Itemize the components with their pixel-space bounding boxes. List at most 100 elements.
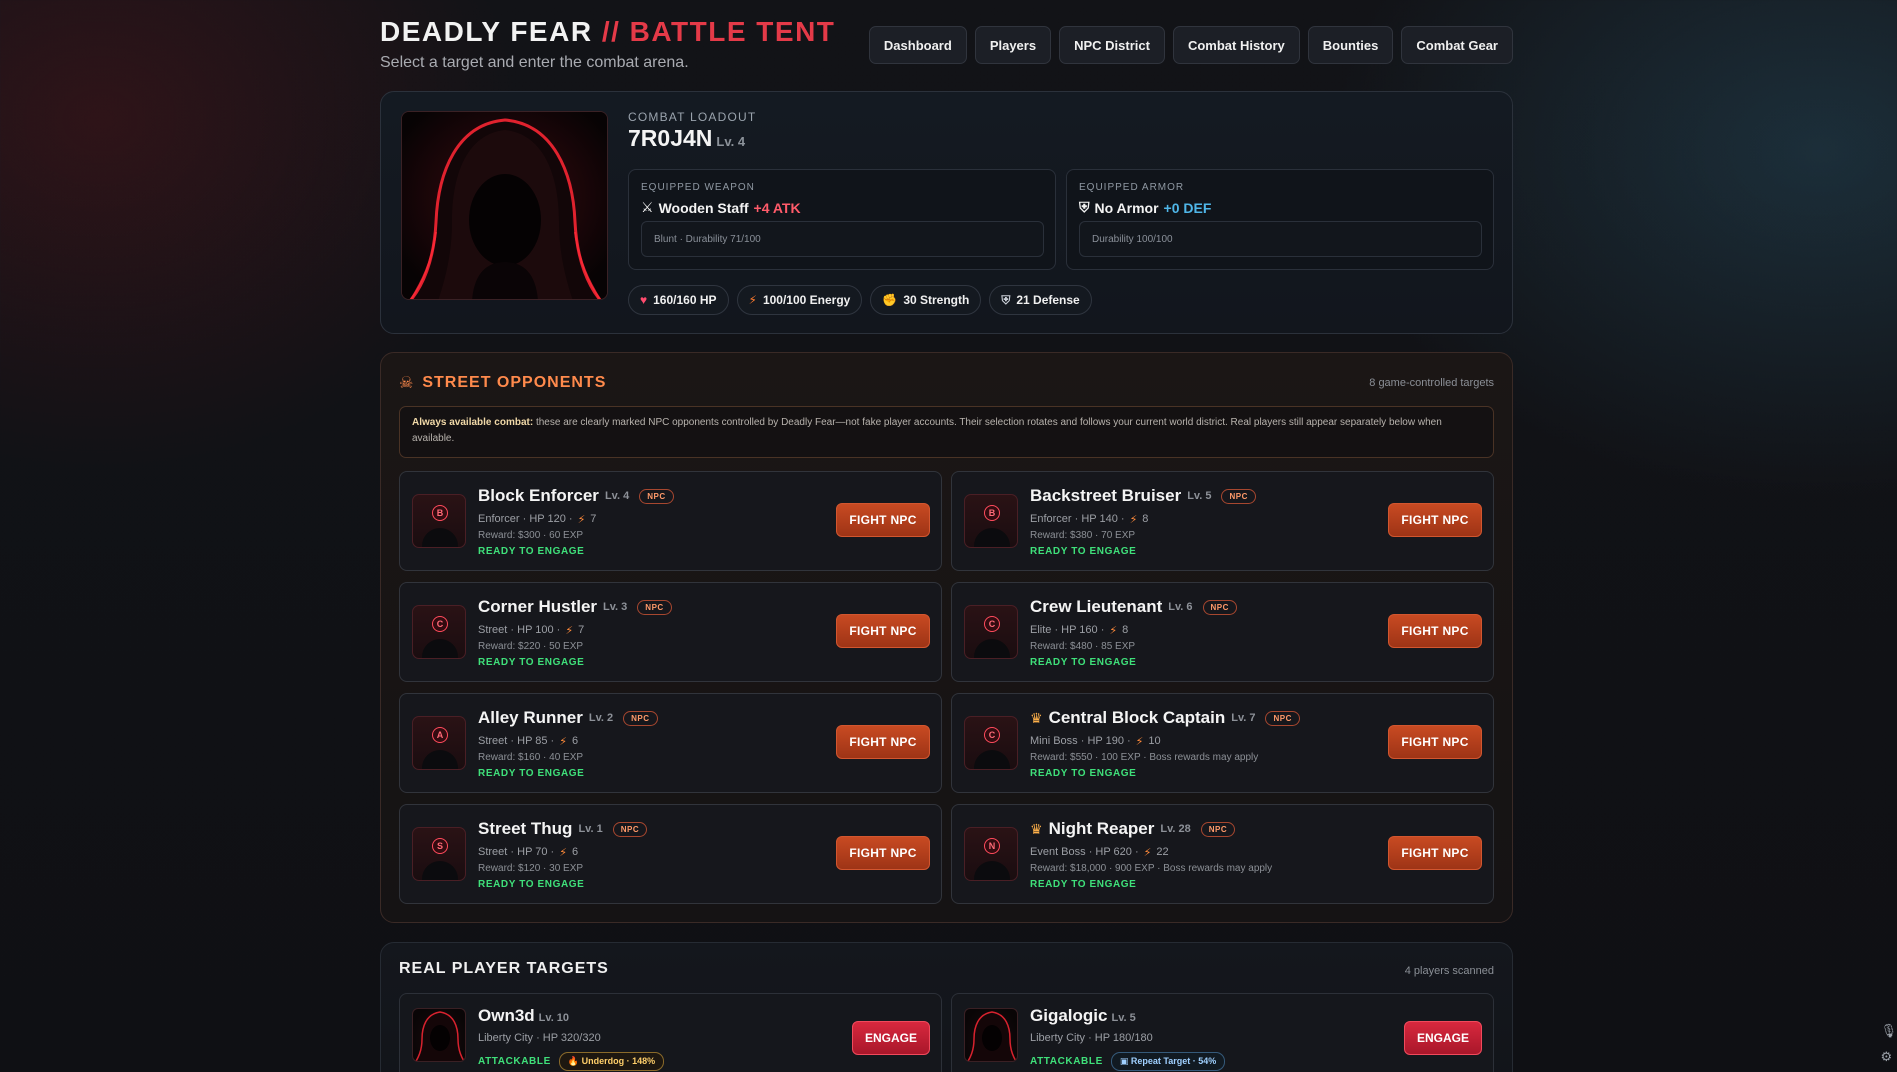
ready-status: READY TO ENGAGE (478, 546, 585, 557)
fight-npc-button[interactable]: FIGHT NPC (1388, 725, 1482, 759)
silhouette-icon (974, 528, 1010, 547)
stat-hp: ♥ 160/160 HP (628, 285, 729, 315)
npc-initial: C (432, 616, 448, 632)
nav-combat-gear[interactable]: Combat Gear (1401, 26, 1513, 64)
avatar: B (412, 494, 466, 548)
fight-npc-button[interactable]: FIGHT NPC (836, 836, 930, 870)
npc-reward: Reward: $220 · 50 EXP (478, 641, 584, 652)
npc-reward: Reward: $120 · 30 EXP (478, 863, 584, 874)
npc-energy: 6 (571, 735, 579, 747)
npc-energy: 7 (578, 624, 585, 636)
player-meta: Liberty City · HP 320/320 (478, 1032, 601, 1044)
npc-card: B Block Enforcer Lv. 4 NPC Enforcer · HP 120… (399, 471, 942, 571)
equipped-armor-label: EQUIPPED ARMOR (1079, 182, 1185, 193)
page-title: DEADLY FEAR // BATTLE TENT (380, 16, 836, 47)
npc-meta: Event Boss · HP 620 · ⚡ 22 (1030, 846, 1169, 859)
player-card: Gigalogic Lv. 5 Liberty City · HP 180/180… (951, 993, 1494, 1072)
fight-npc-button[interactable]: FIGHT NPC (1388, 503, 1482, 537)
npc-energy: 7 (590, 513, 597, 525)
ready-status: READY TO ENGAGE (478, 768, 585, 779)
street-opponents-title: ☠ STREET OPPONENTS (399, 374, 607, 392)
crown-icon: ♛ (1030, 820, 1043, 837)
player-name: Gigalogic Lv. 5 (1030, 1006, 1136, 1025)
silhouette-icon (974, 861, 1010, 880)
npc-card: C ♛ Central Block Captain Lv. 7 NPC Mini Boss… (951, 693, 1494, 793)
fight-npc-button[interactable]: FIGHT NPC (836, 614, 930, 648)
npc-name: Street Thug Lv. 1 NPC (478, 819, 648, 839)
nav-dashboard[interactable]: Dashboard (868, 26, 967, 64)
street-opponents-section: ☠ STREET OPPONENTS 8 game-controlled tar… (380, 352, 1513, 923)
avatar: B (964, 494, 1018, 548)
skull-icon: ☠ (399, 375, 415, 392)
nav-npc-district[interactable]: NPC District (1059, 26, 1165, 64)
player-status: ATTACKABLE 🔥 Underdog · 148% (478, 1052, 665, 1071)
npc-meta: Enforcer · HP 140 · ⚡ 8 (1030, 513, 1149, 526)
npc-card: C Corner Hustler Lv. 3 NPC Street · HP 100 ·… (399, 582, 942, 682)
npc-badge: NPC (623, 710, 658, 726)
npc-level: Lv. 7 (1231, 712, 1256, 724)
ready-status: READY TO ENGAGE (478, 879, 585, 890)
npc-name: Block Enforcer Lv. 4 NPC (478, 486, 674, 506)
silhouette-icon (974, 639, 1010, 658)
npc-energy: 22 (1156, 846, 1169, 858)
nav-players[interactable]: Players (974, 26, 1052, 64)
silhouette-icon (422, 861, 458, 880)
npc-reward: Reward: $300 · 60 EXP (478, 530, 584, 541)
npc-initial: B (984, 505, 1000, 521)
npc-meta: Elite · HP 160 · ⚡ 8 (1030, 624, 1129, 637)
shield-icon: ⛨ (1001, 292, 1011, 307)
weapon-name: ⚔ Wooden Staff +4 ATK (641, 199, 801, 216)
loadout-label: COMBAT LOADOUT (628, 110, 757, 124)
equipped-armor-card: EQUIPPED ARMOR ⛨ No Armor +0 DEF Durabil… (1066, 169, 1494, 270)
ready-status: READY TO ENGAGE (1030, 768, 1137, 779)
npc-initial: A (432, 727, 448, 743)
silhouette-icon (422, 639, 458, 658)
microphone-icon[interactable]: 🎙 (1880, 1018, 1897, 1044)
npc-reward: Reward: $550 · 100 EXP · Boss rewards ma… (1030, 752, 1259, 763)
page-subtitle: Select a target and enter the combat are… (380, 54, 689, 71)
avatar: C (412, 605, 466, 659)
npc-energy: 8 (1122, 624, 1129, 636)
nav-combat-history[interactable]: Combat History (1172, 26, 1300, 64)
npc-initial: B (432, 505, 448, 521)
stat-defense: ⛨ 21 Defense (989, 285, 1092, 315)
npc-meta: Street · HP 100 · ⚡ 7 (478, 624, 585, 637)
ready-status: READY TO ENGAGE (1030, 657, 1137, 668)
engage-button[interactable]: ENGAGE (1404, 1021, 1482, 1055)
fight-npc-button[interactable]: FIGHT NPC (1388, 614, 1482, 648)
npc-badge: NPC (1200, 821, 1236, 837)
attackable-label: ATTACKABLE (1030, 1056, 1103, 1067)
npc-meta: Street · HP 85 · ⚡ 6 (478, 735, 579, 748)
opponents-count: 8 game-controlled targets (1369, 377, 1494, 389)
npc-badge: NPC (1202, 599, 1237, 615)
bolt-icon: ⚡ (559, 736, 567, 748)
nav-bounties[interactable]: Bounties (1307, 26, 1394, 64)
heart-icon: ♥ (640, 293, 648, 307)
stat-energy: ⚡ 100/100 Energy (736, 285, 863, 315)
npc-initial: C (984, 727, 1000, 743)
npc-energy: 6 (571, 846, 579, 858)
avatar: C (964, 605, 1018, 659)
weapon-detail: Blunt · Durability 71/100 (641, 221, 1044, 257)
npc-name: ♛ Night Reaper Lv. 28 NPC (1030, 819, 1236, 839)
npc-badge: NPC (639, 488, 674, 504)
crossed-swords-icon: ⚔ (641, 199, 654, 215)
player-stats: ♥ 160/160 HP ⚡ 100/100 Energy ✊ 30 Strength… (628, 285, 1092, 315)
battle-tent-page: DEADLY FEAR // BATTLE TENT Select a targ… (380, 0, 1513, 1072)
crown-icon: ♛ (1030, 709, 1043, 726)
ready-status: READY TO ENGAGE (1030, 879, 1137, 890)
npc-level: Lv. 1 (578, 823, 603, 835)
npc-card: B Backstreet Bruiser Lv. 5 NPC Enforcer · HP… (951, 471, 1494, 571)
repeat-target-badge: ▣ Repeat Target · 54% (1110, 1052, 1226, 1071)
fight-npc-button[interactable]: FIGHT NPC (1388, 836, 1482, 870)
npc-level: Lv. 4 (604, 490, 630, 502)
fight-npc-button[interactable]: FIGHT NPC (836, 503, 930, 537)
flexed-arm-icon: ✊ (882, 293, 898, 307)
bolt-icon: ⚡ (1143, 847, 1152, 859)
npc-card: A Alley Runner Lv. 2 NPC Street · HP 85 · ⚡ 6 R… (399, 693, 942, 793)
npc-card: N ♛ Night Reaper Lv. 28 NPC Event Boss · HP 6… (951, 804, 1494, 904)
fight-npc-button[interactable]: FIGHT NPC (836, 725, 930, 759)
settings-icon[interactable]: ⚙ (1880, 1044, 1897, 1070)
avatar: S (412, 827, 466, 881)
engage-button[interactable]: ENGAGE (852, 1021, 930, 1055)
